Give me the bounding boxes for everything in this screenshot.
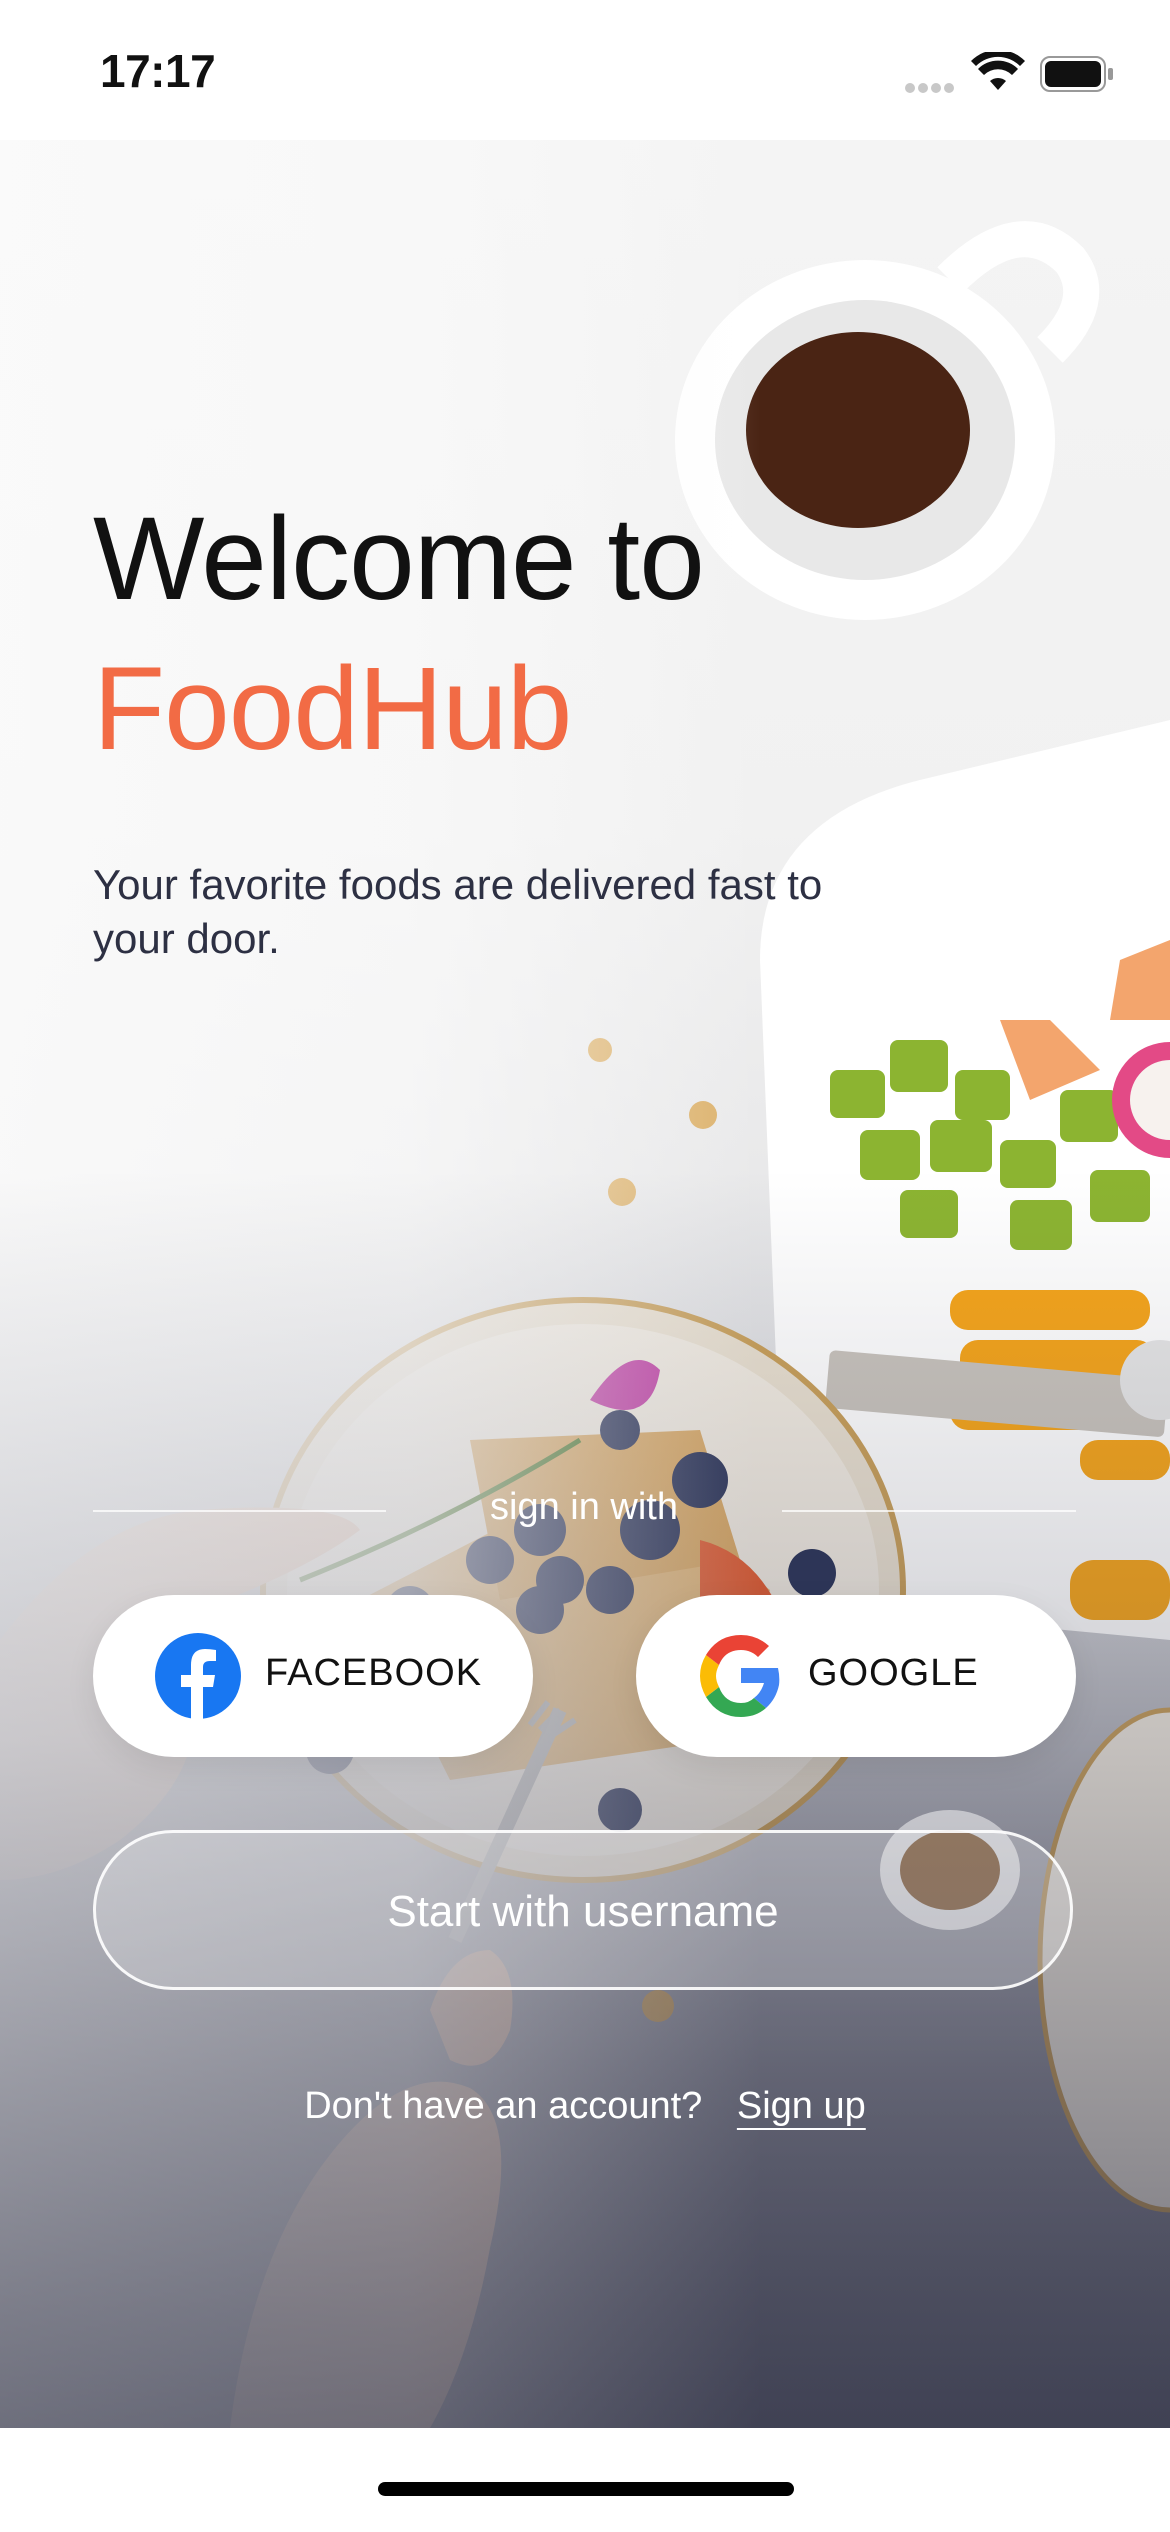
signup-prompt: Don't have an account? Sign up (0, 2085, 1170, 2128)
status-bar: 17:17 (0, 0, 1170, 140)
facebook-label: FACEBOOK (265, 1652, 483, 1694)
welcome-title: Welcome to (93, 493, 705, 625)
battery-icon (1040, 56, 1113, 92)
start-username-button[interactable]: Start with username (93, 1830, 1073, 1990)
facebook-icon (155, 1633, 241, 1719)
tagline: Your favorite foods are delivered fast t… (93, 861, 823, 962)
home-area (0, 2428, 1170, 2532)
start-username-label: Start with username (387, 1887, 779, 1936)
signup-question: Don't have an account? (304, 2085, 703, 2127)
wifi-icon (971, 52, 1025, 90)
divider-left (93, 1510, 386, 1512)
divider-right (782, 1510, 1076, 1512)
status-time: 17:17 (100, 45, 216, 97)
facebook-button[interactable]: FACEBOOK (93, 1595, 533, 1757)
google-label: GOOGLE (808, 1652, 979, 1694)
google-button[interactable]: GOOGLE (636, 1595, 1076, 1757)
signin-label: sign in with (490, 1486, 678, 1528)
google-icon (700, 1635, 780, 1717)
signup-link[interactable]: Sign up (737, 2085, 866, 2127)
signal-icon (905, 80, 957, 98)
brand-title: FoodHub (93, 643, 572, 775)
home-indicator[interactable] (378, 2482, 794, 2496)
